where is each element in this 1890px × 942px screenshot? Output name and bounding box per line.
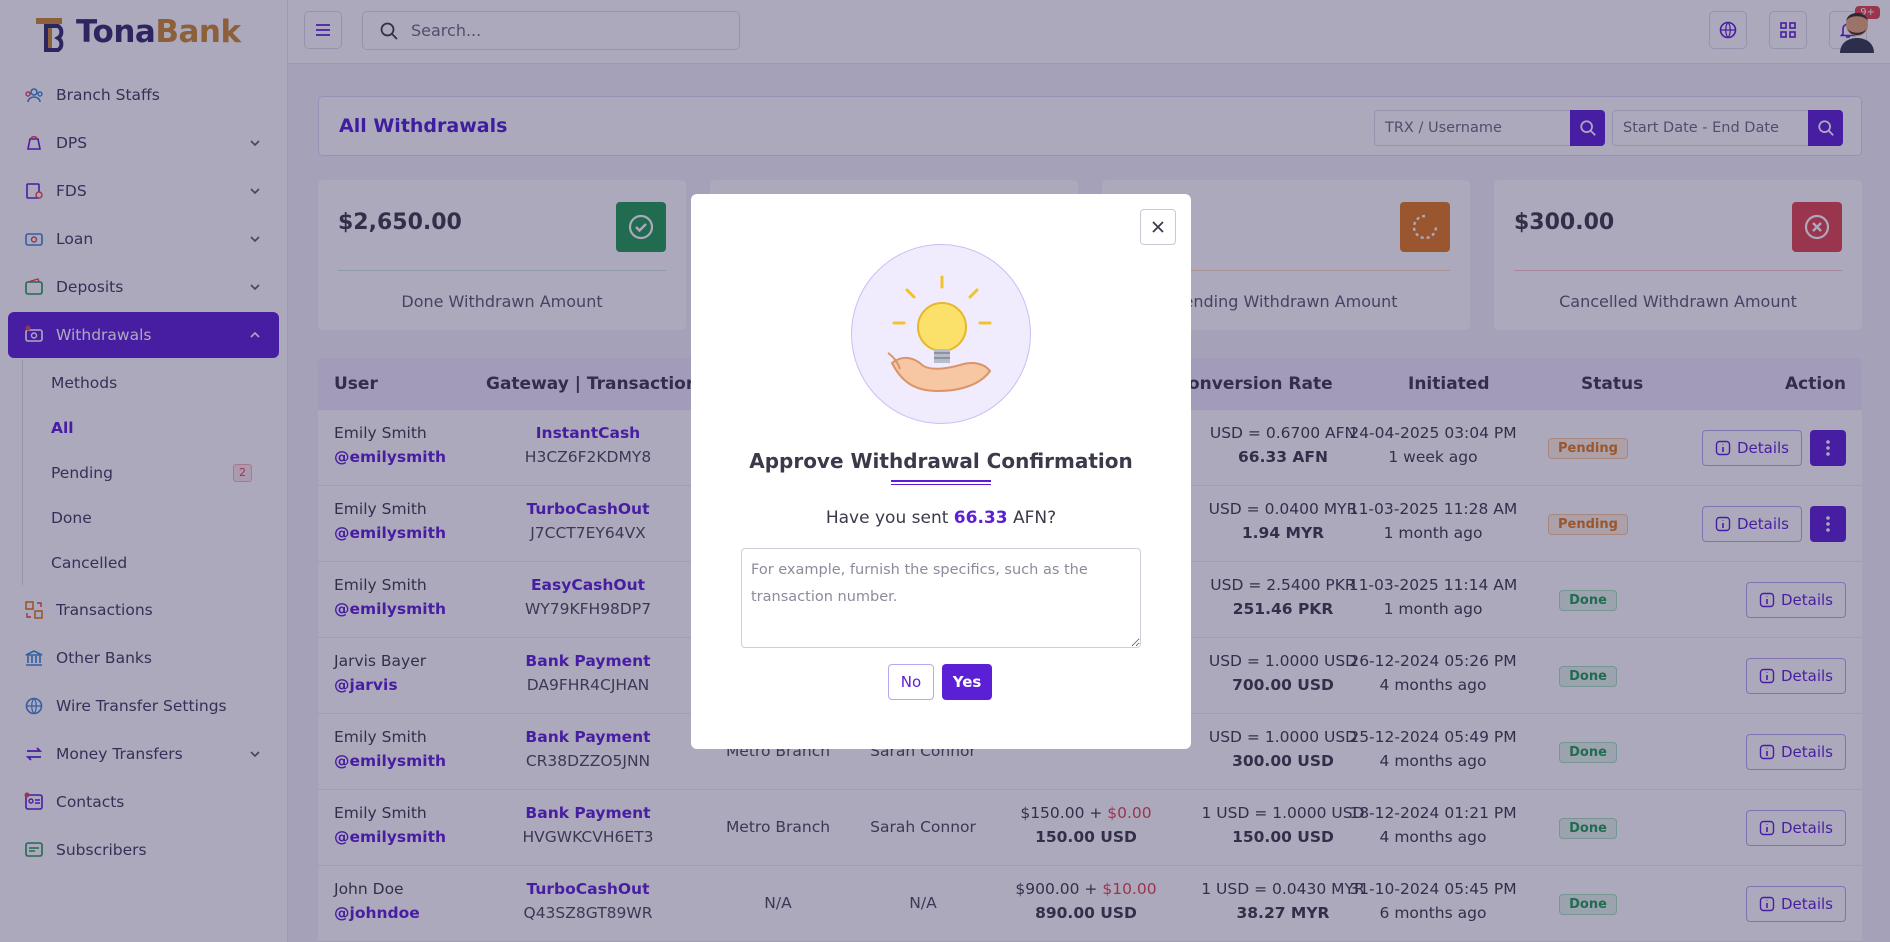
- question-amount: 66.33: [953, 508, 1008, 528]
- lightbulb-icon: [887, 275, 992, 393]
- confirmation-question: Have you sent 66.33 AFN?: [691, 508, 1191, 528]
- approve-withdrawal-modal: Approve Withdrawal Confirmation Have you…: [691, 194, 1191, 749]
- title-underline: [891, 480, 991, 485]
- yes-button[interactable]: Yes: [942, 664, 992, 700]
- no-button[interactable]: No: [888, 664, 934, 700]
- close-icon: [1152, 221, 1164, 233]
- lightbulb-hand-illustration: [851, 244, 1031, 424]
- modal-title: Approve Withdrawal Confirmation: [749, 449, 1133, 473]
- transaction-details-textarea[interactable]: [741, 548, 1141, 648]
- question-suffix: AFN?: [1007, 508, 1057, 528]
- question-prefix: Have you sent: [825, 508, 954, 528]
- close-button[interactable]: [1140, 209, 1176, 245]
